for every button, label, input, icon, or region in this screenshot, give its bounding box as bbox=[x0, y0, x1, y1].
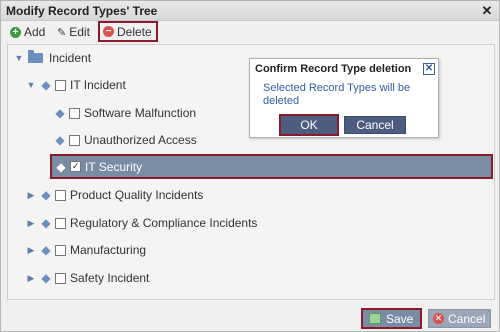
tag-icon: ◆ bbox=[41, 188, 51, 202]
tree-node-label: Manufacturing bbox=[70, 243, 147, 257]
cancel-button-label: Cancel bbox=[448, 311, 486, 326]
tree-node-label: Unauthorized Access bbox=[84, 133, 197, 147]
add-button[interactable]: + Add bbox=[10, 24, 45, 40]
dialog-title: Confirm Record Type deletion bbox=[255, 63, 412, 75]
tag-icon: ◆ bbox=[41, 243, 51, 257]
tree-node-product-quality-incidents[interactable]: ▶ ◆ Product Quality Incidents bbox=[26, 184, 204, 206]
tree-node-incident[interactable]: ▼ Incident bbox=[14, 47, 91, 69]
tag-icon: ◆ bbox=[41, 216, 51, 230]
tag-icon: ◆ bbox=[41, 78, 51, 92]
save-button[interactable]: Save bbox=[361, 308, 422, 329]
dialog-close-icon[interactable]: ✕ bbox=[423, 63, 435, 75]
toolbar: + Add ✎ Edit − Delete bbox=[1, 21, 499, 43]
tree-node-checkbox[interactable] bbox=[55, 272, 66, 284]
chevron-down-icon[interactable]: ▼ bbox=[26, 80, 36, 90]
tree-node-unauthorized-access[interactable]: ◆ Unauthorized Access bbox=[54, 129, 197, 151]
edit-button[interactable]: ✎ Edit bbox=[57, 24, 90, 40]
tag-icon: ◆ bbox=[56, 159, 66, 174]
dialog-cancel-button[interactable]: Cancel bbox=[344, 116, 406, 134]
window-close-icon[interactable]: ✕ bbox=[480, 4, 494, 18]
edit-button-label: Edit bbox=[69, 25, 90, 39]
delete-button-label: Delete bbox=[117, 24, 152, 39]
window-title: Modify Record Types' Tree bbox=[6, 4, 158, 18]
tree-node-it-incident[interactable]: ▼ ◆ IT Incident bbox=[26, 74, 126, 96]
cancel-button[interactable]: ✕ Cancel bbox=[428, 309, 491, 328]
tree-node-checkbox[interactable] bbox=[69, 107, 80, 119]
tree-node-label: Incident bbox=[49, 51, 92, 65]
chevron-down-icon[interactable]: ▼ bbox=[14, 53, 24, 63]
delete-button[interactable]: − Delete bbox=[98, 21, 158, 42]
chevron-right-icon[interactable]: ▶ bbox=[26, 218, 36, 229]
tree-node-label: Safety Incident bbox=[70, 271, 150, 285]
chevron-right-icon[interactable]: ▶ bbox=[26, 273, 36, 284]
footer-bar: Save ✕ Cancel bbox=[1, 303, 499, 331]
close-circle-icon: ✕ bbox=[433, 313, 444, 324]
window-titlebar: Modify Record Types' Tree ✕ bbox=[1, 1, 499, 21]
pencil-icon: ✎ bbox=[57, 26, 67, 39]
tree-node-checkbox[interactable] bbox=[55, 244, 66, 256]
tree-node-checkbox-checked[interactable]: ✓ bbox=[70, 161, 81, 172]
tree-node-checkbox[interactable] bbox=[55, 217, 66, 229]
tree-node-safety-incident[interactable]: ▶ ◆ Safety Incident bbox=[26, 267, 150, 289]
dialog-message: Selected Record Types will be deleted bbox=[263, 82, 411, 107]
tree-node-label: Software Malfunction bbox=[84, 106, 197, 120]
tree-node-label: IT Security bbox=[85, 159, 143, 174]
tree-node-label: Regulatory & Compliance Incidents bbox=[70, 216, 258, 230]
ok-button[interactable]: OK bbox=[279, 114, 339, 136]
tree-node-checkbox[interactable] bbox=[55, 189, 66, 201]
save-button-label: Save bbox=[386, 311, 414, 326]
tag-icon: ◆ bbox=[41, 271, 51, 285]
tree-node-label: Product Quality Incidents bbox=[70, 188, 204, 202]
chevron-right-icon[interactable]: ▶ bbox=[26, 245, 36, 256]
tag-icon: ◆ bbox=[55, 106, 65, 120]
folder-open-icon bbox=[28, 50, 43, 63]
modify-record-types-window: Modify Record Types' Tree ✕ + Add ✎ Edit… bbox=[0, 0, 500, 332]
add-button-label: Add bbox=[24, 25, 46, 39]
tree-node-checkbox[interactable] bbox=[55, 79, 66, 91]
tree-node-regulatory-compliance-incidents[interactable]: ▶ ◆ Regulatory & Compliance Incidents bbox=[26, 212, 258, 234]
tree-node-checkbox[interactable] bbox=[69, 134, 80, 146]
tree-node-software-malfunction[interactable]: ◆ Software Malfunction bbox=[54, 102, 196, 124]
confirm-deletion-dialog: Confirm Record Type deletion ✕ Selected … bbox=[249, 58, 439, 138]
save-icon bbox=[369, 313, 381, 324]
tree-node-label: IT Incident bbox=[70, 78, 126, 92]
tree-node-manufacturing[interactable]: ▶ ◆ Manufacturing bbox=[26, 239, 147, 261]
tag-icon: ◆ bbox=[55, 133, 65, 147]
tree-node-it-security[interactable]: ◆ ✓ IT Security bbox=[50, 154, 493, 179]
plus-circle-icon: + bbox=[10, 26, 21, 38]
chevron-right-icon[interactable]: ▶ bbox=[26, 190, 36, 201]
minus-circle-icon: − bbox=[103, 26, 114, 37]
